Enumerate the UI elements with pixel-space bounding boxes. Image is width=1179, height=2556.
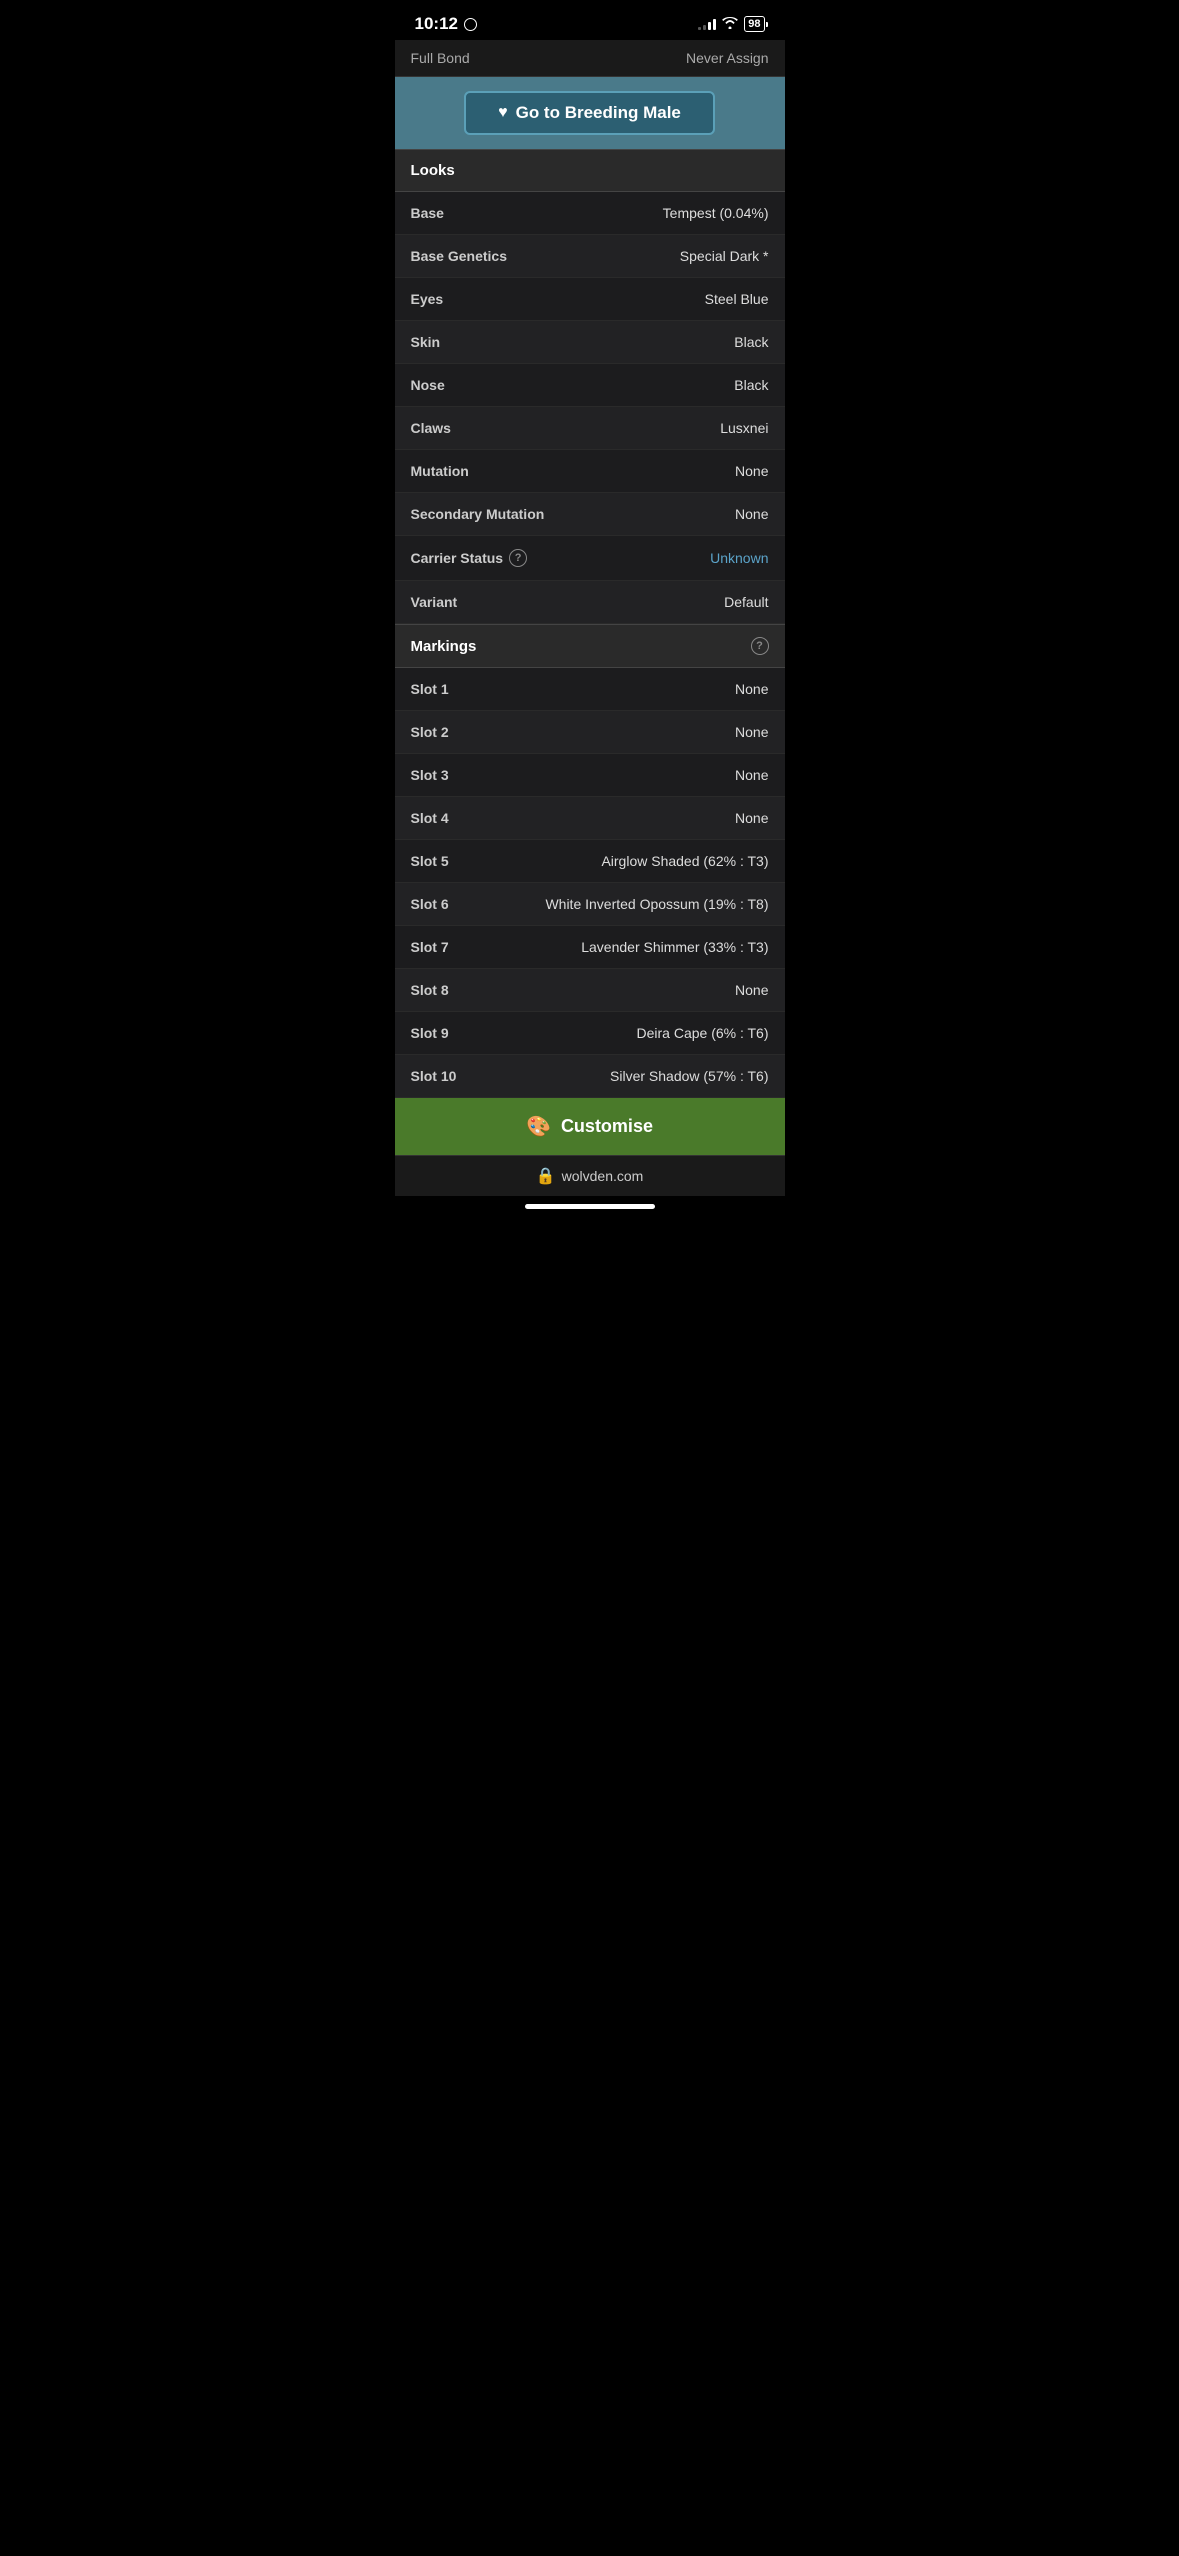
carrier-help-icon[interactable]: ?: [509, 549, 527, 567]
row-label: Secondary Mutation: [411, 506, 545, 522]
breeding-bar: ♥ Go to Breeding Male: [395, 77, 785, 149]
row-label: Slot 4: [411, 810, 449, 826]
browser-url: wolvden.com: [562, 1168, 644, 1184]
looks-section: Looks BaseTempest (0.04%)Base GeneticsSp…: [395, 149, 785, 624]
row-label: Slot 10: [411, 1068, 457, 1084]
row-value: None: [449, 724, 769, 740]
table-row: Carrier Status?Unknown: [395, 536, 785, 581]
row-value: Lusxnei: [451, 420, 769, 436]
row-value: None: [449, 982, 769, 998]
person-icon: [464, 18, 477, 31]
row-label: Slot 7: [411, 939, 449, 955]
row-value: None: [449, 767, 769, 783]
palette-icon: 🎨: [526, 1114, 551, 1139]
heart-icon: ♥: [498, 104, 508, 122]
battery-icon: 98: [744, 16, 764, 32]
row-value: Lavender Shimmer (33% : T3): [449, 939, 769, 955]
header-action: Never Assign: [686, 50, 768, 66]
row-value: None: [449, 810, 769, 826]
row-value: White Inverted Opossum (19% : T8): [449, 896, 769, 912]
home-bar: [525, 1204, 655, 1209]
table-row: Secondary MutationNone: [395, 493, 785, 536]
row-label: Skin: [411, 334, 441, 350]
row-value: None: [544, 506, 768, 522]
row-value: Black: [440, 334, 768, 350]
wifi-icon: [722, 17, 738, 32]
go-to-breeding-male-button[interactable]: ♥ Go to Breeding Male: [464, 91, 715, 135]
looks-section-header: Looks: [395, 149, 785, 192]
row-label: Slot 9: [411, 1025, 449, 1041]
row-value: Steel Blue: [443, 291, 768, 307]
row-label: Carrier Status?: [411, 549, 528, 567]
row-value: Tempest (0.04%): [444, 205, 769, 221]
table-row: VariantDefault: [395, 581, 785, 624]
looks-rows: BaseTempest (0.04%)Base GeneticsSpecial …: [395, 192, 785, 624]
table-row: Slot 2None: [395, 711, 785, 754]
row-value: Black: [445, 377, 769, 393]
row-value: Default: [457, 594, 768, 610]
row-value: Airglow Shaded (62% : T3): [449, 853, 769, 869]
markings-section-header: Markings ?: [395, 624, 785, 668]
row-value: Deira Cape (6% : T6): [449, 1025, 769, 1041]
customise-button[interactable]: 🎨 Customise: [395, 1098, 785, 1155]
row-label: Slot 8: [411, 982, 449, 998]
table-row: EyesSteel Blue: [395, 278, 785, 321]
row-label: Nose: [411, 377, 445, 393]
status-time-group: 10:12: [415, 14, 477, 34]
table-row: Slot 10Silver Shadow (57% : T6): [395, 1055, 785, 1098]
row-value: None: [449, 681, 769, 697]
markings-title: Markings: [411, 638, 477, 655]
row-label: Eyes: [411, 291, 444, 307]
row-value: Special Dark *: [507, 248, 769, 264]
customise-label: Customise: [561, 1116, 653, 1137]
lock-icon: 🔒: [536, 1166, 556, 1186]
table-row: Slot 8None: [395, 969, 785, 1012]
markings-help-icon[interactable]: ?: [751, 637, 769, 655]
row-value: Silver Shadow (57% : T6): [456, 1068, 768, 1084]
table-row: NoseBlack: [395, 364, 785, 407]
markings-rows: Slot 1NoneSlot 2NoneSlot 3NoneSlot 4None…: [395, 668, 785, 1098]
table-row: Slot 4None: [395, 797, 785, 840]
row-label: Slot 6: [411, 896, 449, 912]
table-row: Slot 9Deira Cape (6% : T6): [395, 1012, 785, 1055]
table-row: Slot 5Airglow Shaded (62% : T3): [395, 840, 785, 883]
row-label: Claws: [411, 420, 451, 436]
markings-section: Markings ? Slot 1NoneSlot 2NoneSlot 3Non…: [395, 624, 785, 1098]
row-label: Base Genetics: [411, 248, 508, 264]
clock-time: 10:12: [415, 14, 458, 34]
table-row: Slot 1None: [395, 668, 785, 711]
row-value[interactable]: Unknown: [527, 550, 768, 566]
home-indicator: [395, 1196, 785, 1229]
row-label: Mutation: [411, 463, 469, 479]
row-label: Slot 2: [411, 724, 449, 740]
table-row: Slot 6White Inverted Opossum (19% : T8): [395, 883, 785, 926]
status-icons: 98: [698, 16, 764, 32]
table-row: SkinBlack: [395, 321, 785, 364]
table-row: Slot 3None: [395, 754, 785, 797]
row-label: Slot 1: [411, 681, 449, 697]
header-title: Full Bond: [411, 50, 470, 66]
row-label: Variant: [411, 594, 458, 610]
row-label: Slot 3: [411, 767, 449, 783]
signal-icon: [698, 18, 716, 30]
row-value: None: [469, 463, 769, 479]
table-row: MutationNone: [395, 450, 785, 493]
table-row: Base GeneticsSpecial Dark *: [395, 235, 785, 278]
header-bar: Full Bond Never Assign: [395, 40, 785, 77]
row-label: Slot 5: [411, 853, 449, 869]
table-row: ClawsLusxnei: [395, 407, 785, 450]
row-label: Base: [411, 205, 444, 221]
breeding-button-label: Go to Breeding Male: [516, 103, 681, 123]
looks-title: Looks: [411, 162, 455, 179]
browser-bar: 🔒 wolvden.com: [395, 1155, 785, 1196]
table-row: Slot 7Lavender Shimmer (33% : T3): [395, 926, 785, 969]
status-bar: 10:12 98: [395, 0, 785, 40]
table-row: BaseTempest (0.04%): [395, 192, 785, 235]
